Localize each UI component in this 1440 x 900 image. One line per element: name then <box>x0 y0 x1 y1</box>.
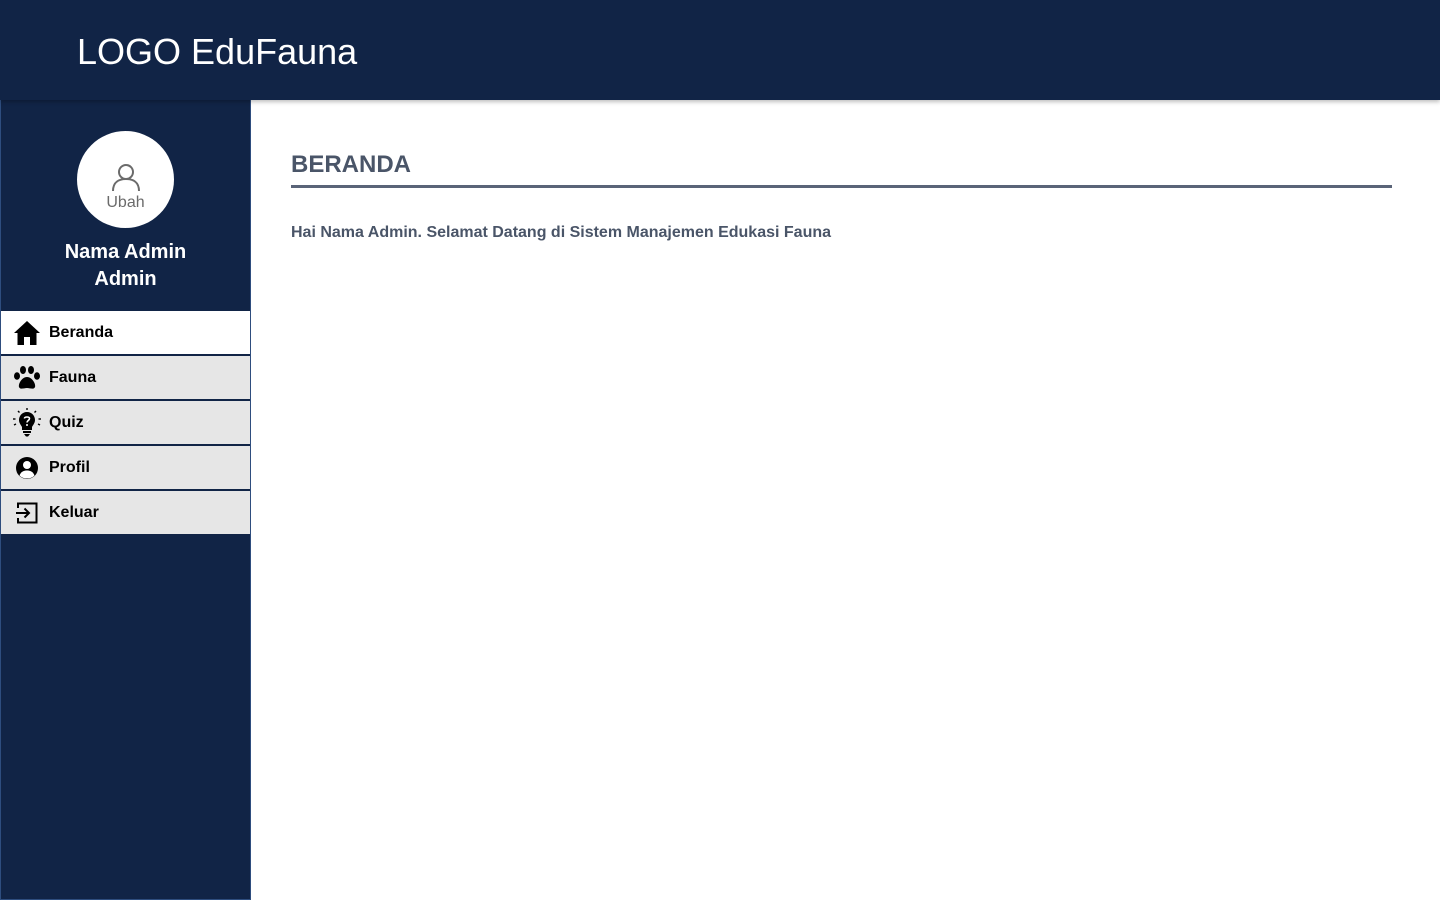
sidebar-item-keluar[interactable]: Keluar <box>1 491 250 536</box>
sidebar-item-beranda[interactable]: Beranda <box>1 311 250 356</box>
page-title: BERANDA <box>291 151 411 178</box>
paw-icon <box>12 363 42 393</box>
user-circle-icon <box>12 453 42 483</box>
sidebar-item-label: Profil <box>49 458 90 476</box>
sidebar-menu: Beranda Fauna Quiz Profil Keluar <box>1 311 250 536</box>
user-outline-icon <box>111 164 140 192</box>
main-content: BERANDA Hai Nama Admin. Selamat Datang d… <box>251 100 1440 900</box>
sidebar-item-label: Quiz <box>49 413 84 431</box>
lightbulb-question-icon <box>12 407 42 438</box>
sidebar: Ubah Nama Admin Admin Beranda Fauna Quiz… <box>0 100 251 900</box>
top-header: LOGO EduFauna <box>0 0 1440 100</box>
sidebar-item-label: Beranda <box>49 323 114 341</box>
profile-panel: Ubah Nama Admin Admin <box>1 100 250 311</box>
admin-name: Nama Admin <box>64 241 187 263</box>
sidebar-item-label: Fauna <box>49 368 97 386</box>
sidebar-item-profil[interactable]: Profil <box>1 446 250 491</box>
welcome-message: Hai Nama Admin. Selamat Datang di Sistem… <box>291 224 832 241</box>
sidebar-item-label: Keluar <box>49 503 99 521</box>
sidebar-item-fauna[interactable]: Fauna <box>1 356 250 401</box>
logout-icon <box>12 498 42 528</box>
avatar-edit-label: Ubah <box>106 194 145 211</box>
avatar-change-button[interactable]: Ubah <box>77 131 174 228</box>
app-logo[interactable]: LOGO EduFauna <box>77 30 357 74</box>
admin-role: Admin <box>94 268 157 290</box>
title-divider <box>291 185 1392 188</box>
sidebar-item-quiz[interactable]: Quiz <box>1 401 250 446</box>
home-icon <box>12 318 42 348</box>
